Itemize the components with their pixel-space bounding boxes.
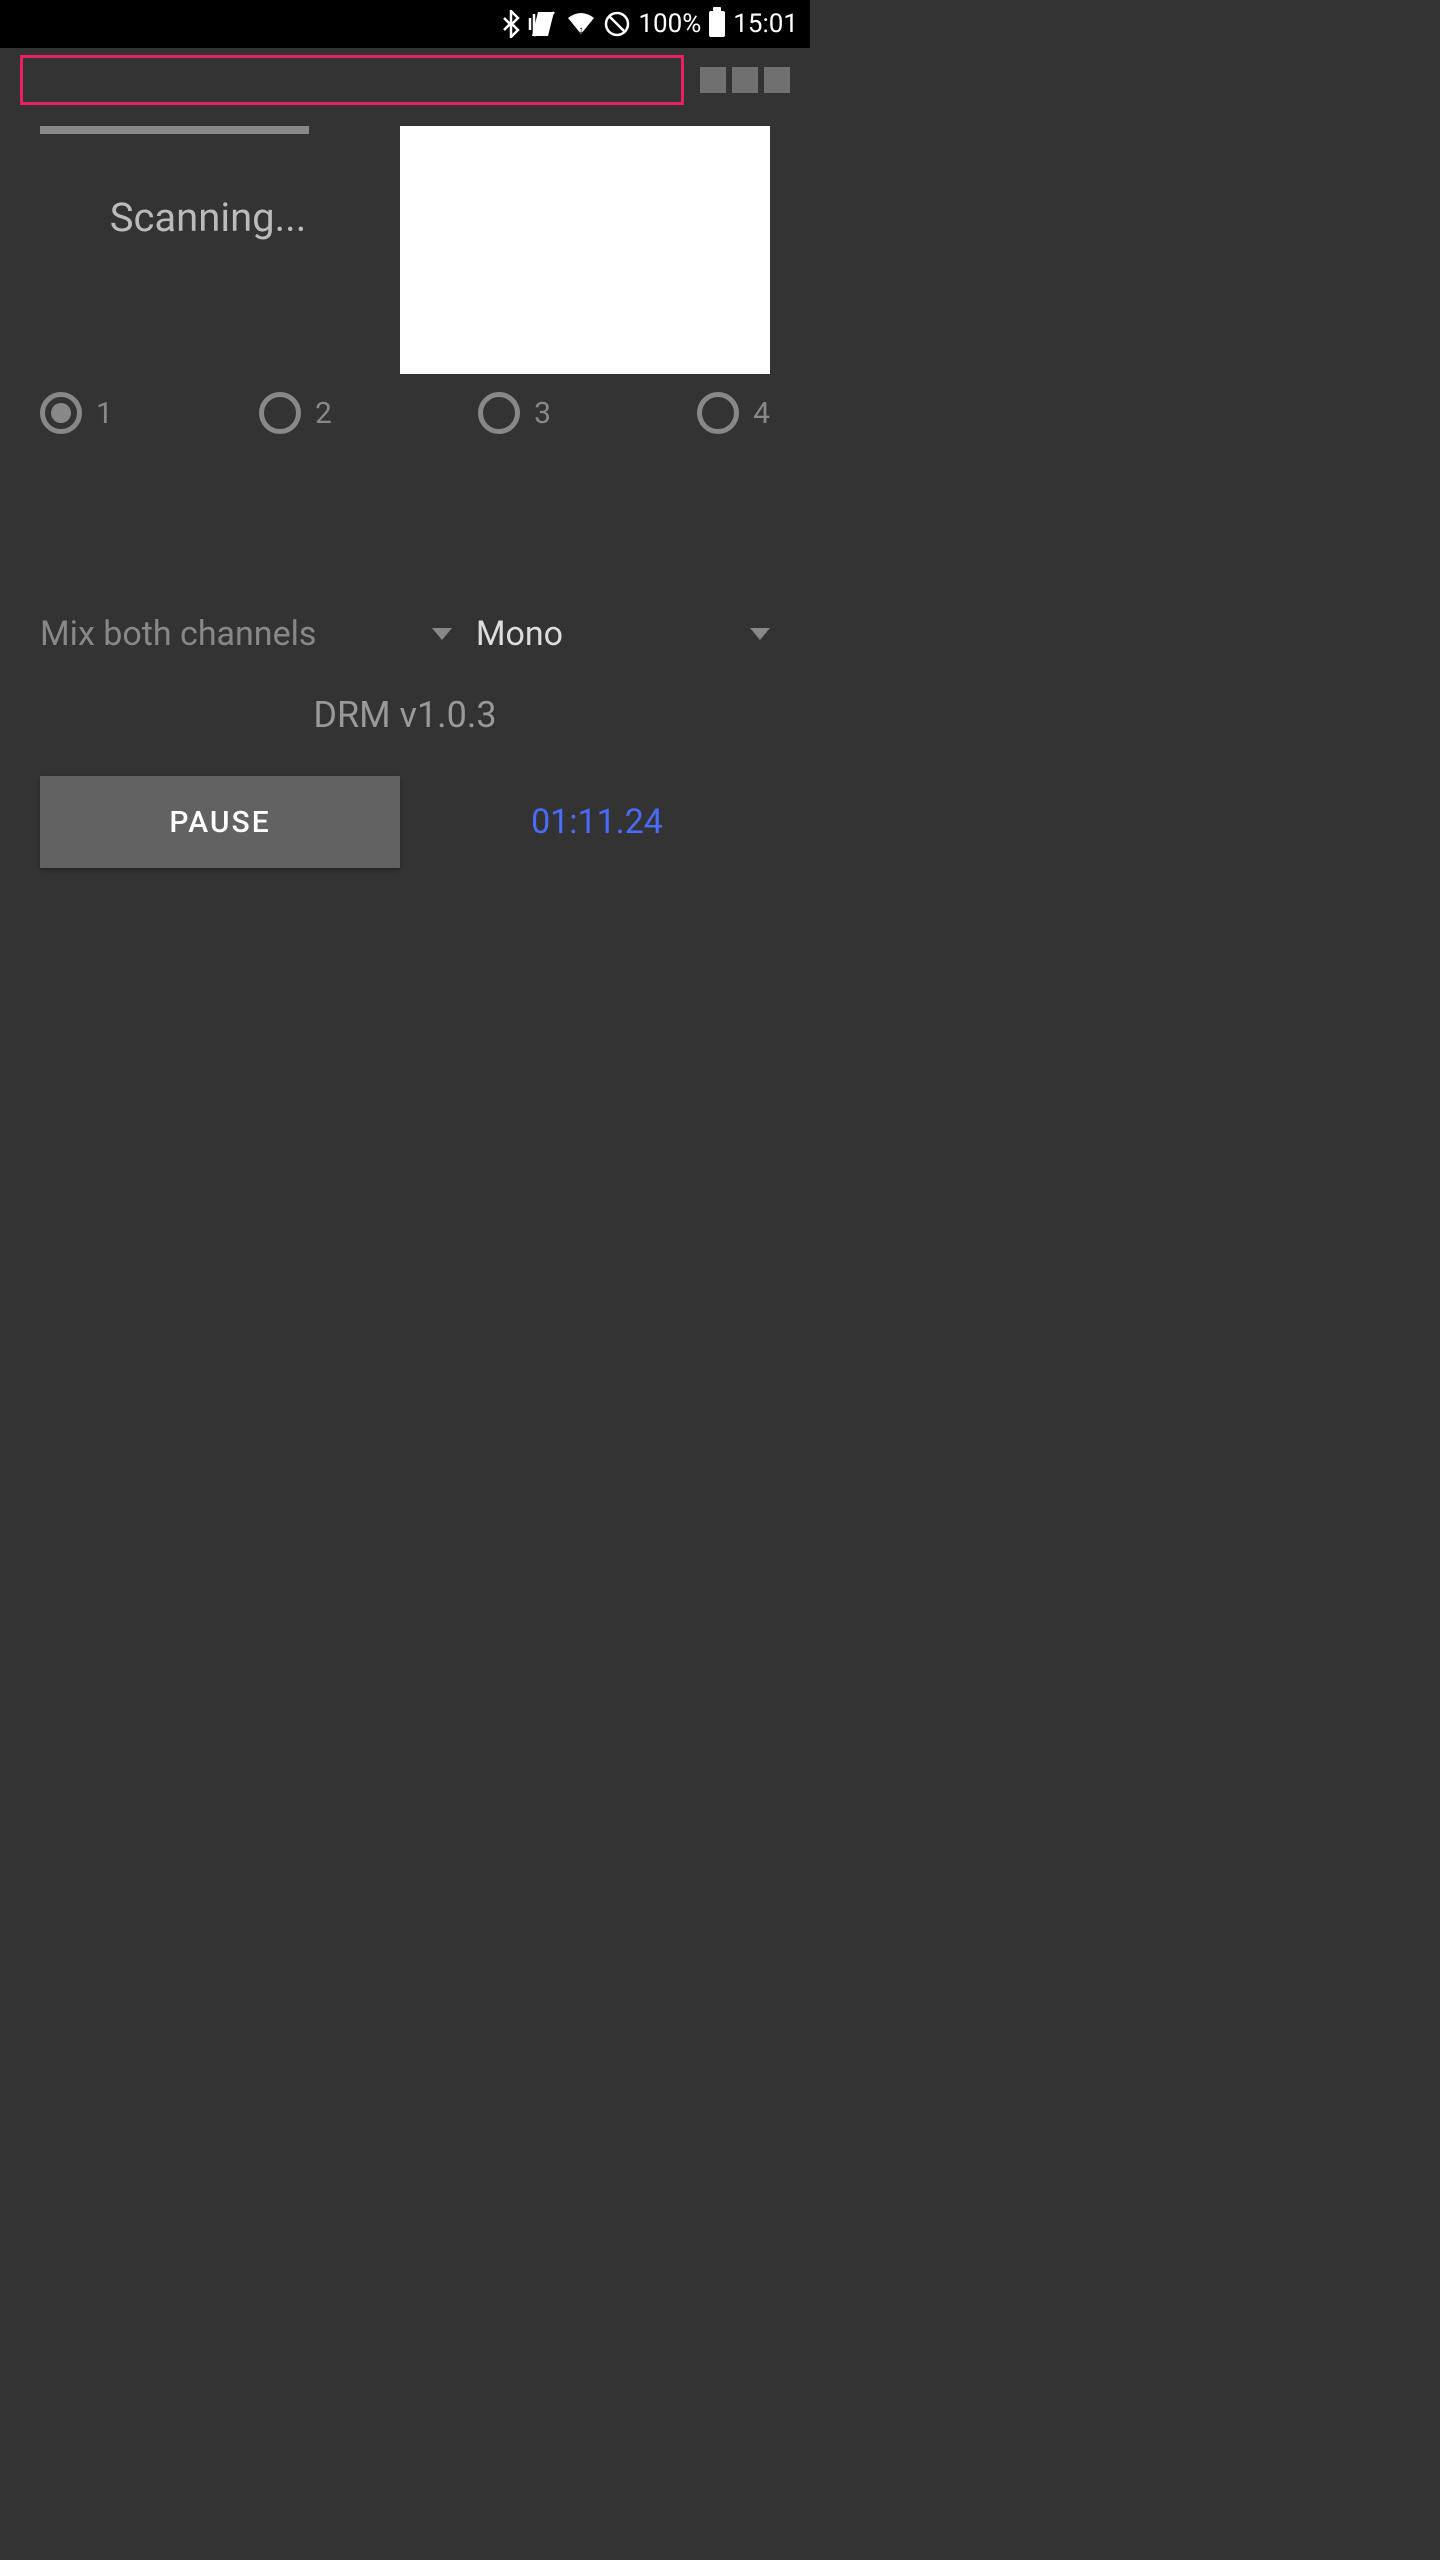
- version-label: DRM v1.0.3: [40, 694, 770, 736]
- progress-bar: [40, 126, 309, 134]
- chevron-down-icon: [432, 628, 452, 640]
- chevron-down-icon: [750, 628, 770, 640]
- radio-option-1[interactable]: 1: [40, 392, 113, 434]
- radio-group: 1 2 3 4: [40, 392, 770, 434]
- battery-icon: [709, 11, 725, 37]
- app-header: [0, 48, 810, 112]
- timer-display: 01:11.24: [424, 802, 770, 842]
- no-sim-icon: [604, 11, 630, 37]
- status-time: 15:01: [733, 9, 798, 39]
- square-icon: [764, 67, 790, 93]
- svg-text:↕: ↕: [579, 25, 584, 36]
- radio-label: 1: [96, 396, 113, 431]
- radio-circle-icon: [478, 392, 520, 434]
- menu-squares[interactable]: [700, 67, 790, 93]
- radio-label: 3: [534, 396, 551, 431]
- wifi-icon: ↕: [566, 12, 596, 36]
- bottom-row: PAUSE 01:11.24: [40, 776, 770, 868]
- square-icon: [732, 67, 758, 93]
- mono-dropdown[interactable]: Mono: [476, 614, 770, 654]
- dropdown-row: Mix both channels Mono: [40, 614, 770, 654]
- main-content: Scanning... 1 2 3 4 Mix both channels Mo…: [0, 112, 810, 882]
- radio-label: 4: [753, 396, 770, 431]
- mix-channels-dropdown[interactable]: Mix both channels: [40, 614, 452, 654]
- radio-option-3[interactable]: 3: [478, 392, 551, 434]
- radio-circle-icon: [40, 392, 82, 434]
- radio-option-4[interactable]: 4: [697, 392, 770, 434]
- bluetooth-icon: [502, 10, 520, 38]
- dropdown-value: Mix both channels: [40, 614, 316, 654]
- preview-panel: [400, 126, 770, 374]
- dropdown-value: Mono: [476, 614, 563, 654]
- scanning-label: Scanning...: [40, 194, 376, 241]
- vibrate-icon: [528, 10, 558, 38]
- status-bar: ↕ 100% 15:01: [0, 0, 810, 48]
- pause-button[interactable]: PAUSE: [40, 776, 400, 868]
- top-section: Scanning...: [40, 126, 770, 374]
- radio-option-2[interactable]: 2: [259, 392, 332, 434]
- battery-percent: 100%: [638, 9, 701, 39]
- left-panel: Scanning...: [40, 126, 376, 374]
- radio-circle-icon: [259, 392, 301, 434]
- highlight-box: [20, 55, 684, 105]
- radio-label: 2: [315, 396, 332, 431]
- square-icon: [700, 67, 726, 93]
- radio-circle-icon: [697, 392, 739, 434]
